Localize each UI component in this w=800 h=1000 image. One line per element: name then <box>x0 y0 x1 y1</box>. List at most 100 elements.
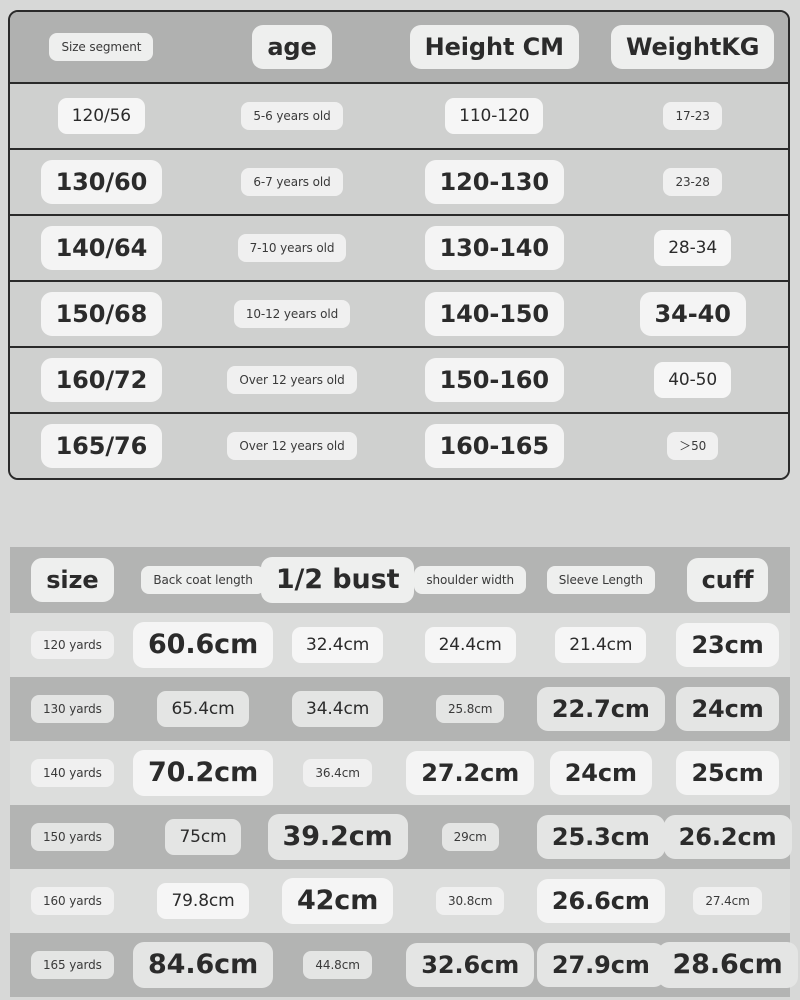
table-cell-height: 130-140 <box>391 225 597 271</box>
column-header-label: 1/2 bust <box>260 557 415 603</box>
table-cell-size-segment: 140/64 <box>10 225 193 271</box>
cell-value: 22.7cm <box>536 686 665 732</box>
cell-value: 84.6cm <box>132 942 274 988</box>
cell-value: 165/76 <box>40 423 163 469</box>
table-row: 150/68 10-12 years old 140-150 34-40 <box>10 282 788 348</box>
table-cell-size: 120 yards <box>10 630 135 660</box>
size-segment-table-header-row: Size segment age Height CM WeightKG <box>10 12 788 84</box>
cell-value: Over 12 years old <box>227 365 357 395</box>
table-cell-shoulder-width: 24.4cm <box>404 626 537 664</box>
table-cell-size-segment: 120/56 <box>10 97 193 135</box>
column-header-size: size <box>10 557 135 603</box>
table-cell-half-bust: 42cm <box>271 878 404 924</box>
table-cell-sleeve-length: 22.7cm <box>536 686 665 732</box>
cell-value: Over 12 years old <box>227 431 357 461</box>
cell-value: 24cm <box>676 686 779 732</box>
table-cell-size: 130 yards <box>10 694 135 724</box>
cell-value: 7-10 years old <box>237 233 347 263</box>
cell-value: 150 yards <box>30 822 114 852</box>
table-row: 160 yards 79.8cm 42cm 30.8cm 26.6cm 27.4… <box>10 869 790 933</box>
cell-value: 165 yards <box>30 950 114 980</box>
table-cell-back-coat-length: 79.8cm <box>135 882 272 920</box>
column-header-label: Back coat length <box>141 565 265 595</box>
column-header-label: Sleeve Length <box>546 565 655 595</box>
table-row: 130 yards 65.4cm 34.4cm 25.8cm 22.7cm 24… <box>10 677 790 741</box>
table-row: 165/76 Over 12 years old 160-165 ＞50 <box>10 414 788 478</box>
column-header-label: Height CM <box>409 24 579 70</box>
table-cell-age: 10-12 years old <box>193 299 391 329</box>
cell-value: 27.2cm <box>406 750 535 796</box>
measurement-table-header-row: size Back coat length 1/2 bust shoulder … <box>10 547 790 613</box>
cell-value: 26.2cm <box>663 814 792 860</box>
cell-value: 25.3cm <box>536 814 665 860</box>
cell-value: 130-140 <box>424 225 565 271</box>
cell-value: 140-150 <box>424 291 565 337</box>
table-cell-back-coat-length: 60.6cm <box>132 622 274 668</box>
column-header-back-coat-length: Back coat length <box>135 565 272 595</box>
cell-value: 42cm <box>281 878 394 924</box>
cell-value: 25cm <box>676 750 779 796</box>
table-cell-age: Over 12 years old <box>193 365 391 395</box>
table-cell-weight: ＞50 <box>597 431 788 461</box>
cell-value: 44.8cm <box>303 950 372 980</box>
table-cell-half-bust: 39.2cm <box>267 814 408 860</box>
cell-value: 25.8cm <box>435 694 505 724</box>
table-cell-age: 7-10 years old <box>193 233 391 263</box>
cell-value: 10-12 years old <box>233 299 351 329</box>
cell-value: 6-7 years old <box>241 167 343 197</box>
table-cell-weight: 40-50 <box>597 361 788 399</box>
table-cell-half-bust: 32.4cm <box>271 626 404 664</box>
column-header-weight-kg: WeightKG <box>597 24 788 70</box>
cell-value: 120 yards <box>30 630 114 660</box>
cell-value: 23cm <box>676 622 779 668</box>
cell-value: 140/64 <box>40 225 163 271</box>
cell-value: 110-120 <box>445 97 544 135</box>
cell-value: 130/60 <box>40 159 163 205</box>
cell-value: 150/68 <box>40 291 163 337</box>
table-cell-shoulder-width: 25.8cm <box>404 694 537 724</box>
table-cell-back-coat-length: 65.4cm <box>135 690 272 728</box>
table-cell-size: 140 yards <box>10 758 135 788</box>
column-header-half-bust: 1/2 bust <box>260 557 415 603</box>
table-cell-sleeve-length: 21.4cm <box>536 626 665 664</box>
cell-value: 70.2cm <box>132 750 274 796</box>
cell-value: 5-6 years old <box>241 101 343 131</box>
table-cell-cuff: 27.4cm <box>665 886 790 916</box>
cell-value: 24cm <box>549 750 652 796</box>
column-header-sleeve-length: Sleeve Length <box>536 565 665 595</box>
column-header-size-segment: Size segment <box>10 32 193 62</box>
column-header-age: age <box>193 24 391 70</box>
table-cell-height: 150-160 <box>391 357 597 403</box>
cell-value: 34-40 <box>639 291 746 337</box>
table-cell-half-bust: 44.8cm <box>271 950 404 980</box>
cell-value: 120/56 <box>57 97 146 135</box>
table-cell-shoulder-width: 32.6cm <box>404 942 537 988</box>
table-cell-shoulder-width: 27.2cm <box>404 750 537 796</box>
cell-value: 140 yards <box>30 758 114 788</box>
cell-value: 29cm <box>441 822 499 852</box>
cell-value: 39.2cm <box>267 814 408 860</box>
table-cell-size-segment: 165/76 <box>10 423 193 469</box>
column-header-label: WeightKG <box>610 24 775 70</box>
cell-value: 160-165 <box>424 423 565 469</box>
table-cell-shoulder-width: 30.8cm <box>404 886 537 916</box>
cell-value: 130 yards <box>30 694 114 724</box>
cell-value: 36.4cm <box>303 758 372 788</box>
size-chart-page: Size segment age Height CM WeightKG 120/… <box>0 0 800 1000</box>
table-cell-sleeve-length: 26.6cm <box>536 878 665 924</box>
table-cell-back-coat-length: 84.6cm <box>132 942 274 988</box>
cell-value: 30.8cm <box>435 886 505 916</box>
table-cell-cuff: 24cm <box>665 686 790 732</box>
table-cell-height: 160-165 <box>391 423 597 469</box>
column-header-label: size <box>31 557 114 603</box>
cell-value: 28.6cm <box>657 942 798 988</box>
table-cell-cuff: 23cm <box>665 622 790 668</box>
table-cell-height: 110-120 <box>391 97 597 135</box>
column-header-cuff: cuff <box>665 557 790 603</box>
table-cell-half-bust: 34.4cm <box>271 690 404 728</box>
cell-value: 23-28 <box>663 167 722 197</box>
cell-value: 26.6cm <box>536 878 665 924</box>
table-cell-cuff: 25cm <box>665 750 790 796</box>
cell-value: 60.6cm <box>132 622 274 668</box>
cell-value: 120-130 <box>424 159 565 205</box>
